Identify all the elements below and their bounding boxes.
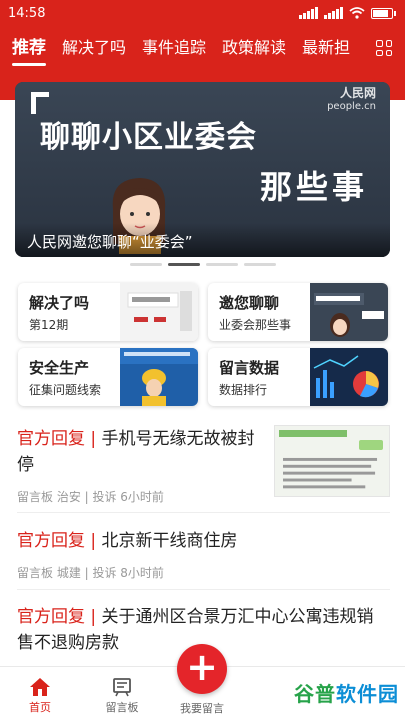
battery-icon [371, 7, 396, 19]
thumb-header [279, 430, 347, 437]
carousel-dot-active [168, 263, 200, 266]
card-title: 留言数据 [219, 359, 280, 377]
banner-caption: 人民网邀您聊聊“业委会” [15, 223, 390, 257]
nav-home[interactable]: 首页 [10, 675, 70, 715]
banner-title-line1: 聊聊小区业委会 [40, 120, 257, 155]
banner-logo: 人民网 people.cn [327, 84, 376, 112]
add-message-button[interactable]: + [177, 644, 227, 694]
category-tabs: 推荐 解决了吗 事件追踪 政策解读 最新担 [0, 26, 405, 70]
banner-logo-sub: people.cn [327, 101, 376, 112]
card-title: 邀您聊聊 [219, 294, 280, 312]
signal-icon [299, 7, 318, 19]
status-bar: 14:58 [0, 0, 405, 26]
tab-event-tracking[interactable]: 事件追踪 [134, 26, 214, 70]
card-safety[interactable]: 安全生产 征集问题线索 [18, 348, 198, 406]
carousel-dot [244, 263, 276, 266]
status-time: 14:58 [8, 5, 46, 21]
news-meta: 留言板 治安 | 投诉 6小时前 [17, 490, 164, 504]
thumb-bubble [359, 440, 383, 450]
watermark: 谷普软件园 [294, 678, 399, 707]
news-thumbnail [274, 425, 390, 497]
divider [17, 589, 390, 590]
message-board-icon [113, 678, 131, 697]
carousel-dot [206, 263, 238, 266]
signal-icon-2 [324, 7, 343, 19]
grid-icon [376, 40, 392, 56]
banner-carousel[interactable]: 人民网 people.cn 聊聊小区业委会 那些事 人民网邀您聊聊“业委会” [15, 82, 390, 257]
nav-message-board[interactable]: 留言板 [92, 675, 152, 715]
carousel-dot [130, 263, 162, 266]
card-solved[interactable]: 解决了吗 第12期 [18, 283, 198, 341]
official-reply-tag: 官方回复 [17, 607, 85, 627]
card-subtitle: 业委会那些事 [219, 318, 292, 332]
home-icon [30, 678, 50, 696]
tab-latest[interactable]: 最新担 [294, 26, 358, 70]
official-reply-tag: 官方回复 [17, 429, 85, 449]
watermark-part1: 谷普 [294, 682, 336, 706]
carousel-indicators [130, 263, 276, 266]
news-title: 官方回复 | 手机号无缘无故被封停 [17, 426, 267, 478]
card-chat[interactable]: 邀您聊聊 业委会那些事 [208, 283, 388, 341]
plus-icon: + [186, 645, 218, 689]
news-item[interactable]: 官方回复 | 手机号无缘无故被封停 留言板 治安 | 投诉 6小时前 [17, 426, 267, 505]
divider [17, 512, 390, 513]
news-title: 官方回复 | 北京新干线商住房 [17, 528, 392, 554]
card-thumbnail [120, 283, 198, 341]
nav-home-label: 首页 [29, 701, 51, 714]
news-separator: | [90, 531, 97, 551]
card-subtitle: 第12期 [29, 318, 69, 332]
status-icons [299, 7, 396, 19]
nav-message-board-label: 留言板 [105, 701, 139, 714]
official-reply-tag: 官方回复 [17, 531, 85, 551]
watermark-part2: 软件园 [336, 682, 399, 706]
banner-bracket [31, 92, 49, 114]
news-title-text: 北京新干线商住房 [101, 531, 238, 551]
card-data[interactable]: 留言数据 数据排行 [208, 348, 388, 406]
card-thumbnail [310, 283, 388, 341]
news-meta: 留言板 城建 | 投诉 8小时前 [17, 566, 164, 580]
tab-grid-button[interactable] [363, 26, 405, 70]
card-thumbnail [310, 348, 388, 406]
card-title: 解决了吗 [29, 294, 90, 312]
news-item[interactable]: 官方回复 | 北京新干线商住房 留言板 城建 | 投诉 8小时前 [17, 528, 392, 581]
add-message-label: 我要留言 [180, 702, 224, 715]
card-title: 安全生产 [29, 359, 90, 377]
news-separator: | [90, 607, 97, 627]
tab-recommend[interactable]: 推荐 [0, 26, 54, 70]
news-separator: | [90, 429, 97, 449]
card-subtitle: 征集问题线索 [29, 383, 102, 397]
wifi-icon [349, 7, 365, 19]
tab-solved[interactable]: 解决了吗 [54, 26, 134, 70]
tab-policy[interactable]: 政策解读 [214, 26, 294, 70]
thumb-text-lines [283, 457, 378, 489]
card-thumbnail [120, 348, 198, 406]
banner-title-line2: 那些事 [259, 168, 368, 206]
banner-logo-text: 人民网 [339, 86, 376, 100]
card-subtitle: 数据排行 [219, 383, 268, 397]
